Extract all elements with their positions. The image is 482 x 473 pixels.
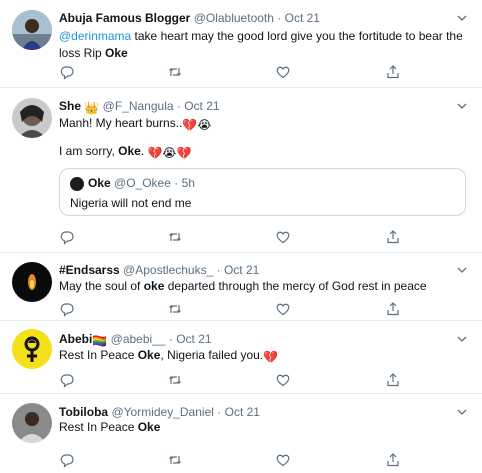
like-icon[interactable] [275, 229, 291, 245]
retweet-icon[interactable] [167, 64, 183, 80]
reply-icon[interactable] [59, 301, 75, 317]
tweet-text: Rest In Peace Oke [59, 419, 468, 436]
tweet[interactable]: Abuja Famous Blogger @Olabluetooth · Oct… [0, 0, 482, 88]
tweet-text: Rest In Peace Oke, Nigeria failed you.💔 [59, 347, 468, 366]
user-handle[interactable]: @Yormidey_Daniel [111, 405, 213, 419]
like-icon[interactable] [275, 301, 291, 317]
tweet[interactable]: Abebi🏳️‍🌈 @abebi__ · Oct 21 Rest In Peac… [0, 321, 482, 394]
separator-dot: · [217, 405, 222, 419]
tweet-text-part: . [140, 144, 148, 158]
highlighted-term: Oke [105, 46, 128, 60]
tweet-text-part: I am sorry, [59, 144, 119, 158]
tweet-actions [59, 301, 409, 317]
like-icon[interactable] [275, 64, 291, 80]
tweet-timestamp[interactable]: Oct 21 [176, 332, 211, 346]
quoted-tweet[interactable]: Oke @O_Okee · 5h Nigeria will not end me [59, 168, 466, 216]
crown-emoji: 👑 [84, 101, 100, 115]
tweet-actions [59, 452, 409, 468]
emoji: 💔 [263, 350, 279, 364]
separator-dot: · [277, 11, 282, 25]
display-name[interactable]: #Endsarss [59, 263, 120, 277]
user-handle[interactable]: @Olabluetooth [194, 11, 274, 25]
tweet[interactable]: #Endsarss @Apostlechuks_ · Oct 21 May th… [0, 253, 482, 321]
chevron-down-icon[interactable] [456, 264, 468, 276]
retweet-icon[interactable] [167, 452, 183, 468]
tweet-timestamp[interactable]: Oct 21 [184, 99, 219, 113]
separator-dot: · [176, 99, 181, 113]
user-handle[interactable]: @Apostlechuks_ [123, 263, 213, 277]
tweet-timestamp[interactable]: Oct 21 [285, 11, 320, 25]
reply-icon[interactable] [59, 229, 75, 245]
reply-icon[interactable] [59, 64, 75, 80]
tweet-text: Manh! My heart burns..💔😭 [59, 115, 468, 134]
avatar[interactable] [12, 98, 52, 138]
reply-icon[interactable] [59, 372, 75, 388]
user-handle[interactable]: @abebi__ [111, 332, 166, 346]
share-icon[interactable] [385, 229, 401, 245]
tweet-text-part: departed through the mercy of God rest i… [164, 279, 427, 293]
tweet-timestamp[interactable]: Oct 21 [224, 263, 259, 277]
share-icon[interactable] [385, 452, 401, 468]
avatar[interactable] [12, 10, 52, 50]
avatar [70, 177, 84, 191]
tweet[interactable]: Tobiloba @Yormidey_Daniel · Oct 21 Rest … [0, 394, 482, 473]
avatar[interactable] [12, 262, 52, 302]
retweet-icon[interactable] [167, 301, 183, 317]
reply-icon[interactable] [59, 452, 75, 468]
display-name[interactable]: She [59, 99, 84, 113]
tweet-text: I am sorry, Oke. 💔😭💔 [59, 143, 468, 162]
highlighted-term: oke [143, 279, 165, 293]
chevron-down-icon[interactable] [456, 100, 468, 112]
emoji: 💔😭💔 [147, 146, 192, 160]
separator-dot: · [174, 176, 179, 190]
quoted-user-handle: @O_Okee [114, 176, 171, 190]
user-handle[interactable]: @F_Nangula [103, 99, 174, 113]
tweet-timestamp[interactable]: Oct 21 [225, 405, 260, 419]
tweet-text: May the soul of oke departed through the… [59, 278, 468, 295]
avatar[interactable] [12, 329, 52, 369]
highlighted-term: Oke [137, 420, 161, 434]
quoted-display-name: Oke [88, 176, 111, 190]
quoted-tweet-text: Nigeria will not end me [70, 196, 192, 210]
tweet-text-part: , Nigeria failed you. [160, 348, 264, 362]
separator-dot: · [168, 332, 173, 346]
share-icon[interactable] [385, 64, 401, 80]
mention-link[interactable]: @derinmama [59, 29, 131, 43]
display-name[interactable]: Abuja Famous Blogger [59, 11, 190, 25]
share-icon[interactable] [385, 372, 401, 388]
highlighted-term: Oke [137, 348, 161, 362]
retweet-icon[interactable] [167, 229, 183, 245]
chevron-down-icon[interactable] [456, 333, 468, 345]
quoted-timestamp: 5h [181, 176, 195, 190]
tweet-text-part: Rest In Peace [59, 348, 138, 362]
retweet-icon[interactable] [167, 372, 183, 388]
like-icon[interactable] [275, 372, 291, 388]
separator-dot: · [216, 263, 221, 277]
tweet-text-part: Rest In Peace [59, 420, 138, 434]
tweet-text: @derinmama take heart may the good lord … [59, 28, 468, 62]
tweet-actions [59, 229, 409, 245]
highlighted-term: Oke [118, 144, 141, 158]
emoji: 💔😭 [182, 118, 212, 132]
tweet[interactable]: She 👑 @F_Nangula · Oct 21 Manh! My heart… [0, 88, 482, 253]
display-name[interactable]: Tobiloba [59, 405, 108, 419]
like-icon[interactable] [275, 452, 291, 468]
tweet-text-part: May the soul of [59, 279, 144, 293]
display-name[interactable]: Abebi [59, 332, 92, 346]
share-icon[interactable] [385, 301, 401, 317]
chevron-down-icon[interactable] [456, 12, 468, 24]
tweet-text-part: Manh! My heart burns.. [59, 116, 183, 130]
tweet-actions [59, 64, 409, 80]
chevron-down-icon[interactable] [456, 406, 468, 418]
tweet-actions [59, 372, 409, 388]
avatar[interactable] [12, 403, 52, 443]
